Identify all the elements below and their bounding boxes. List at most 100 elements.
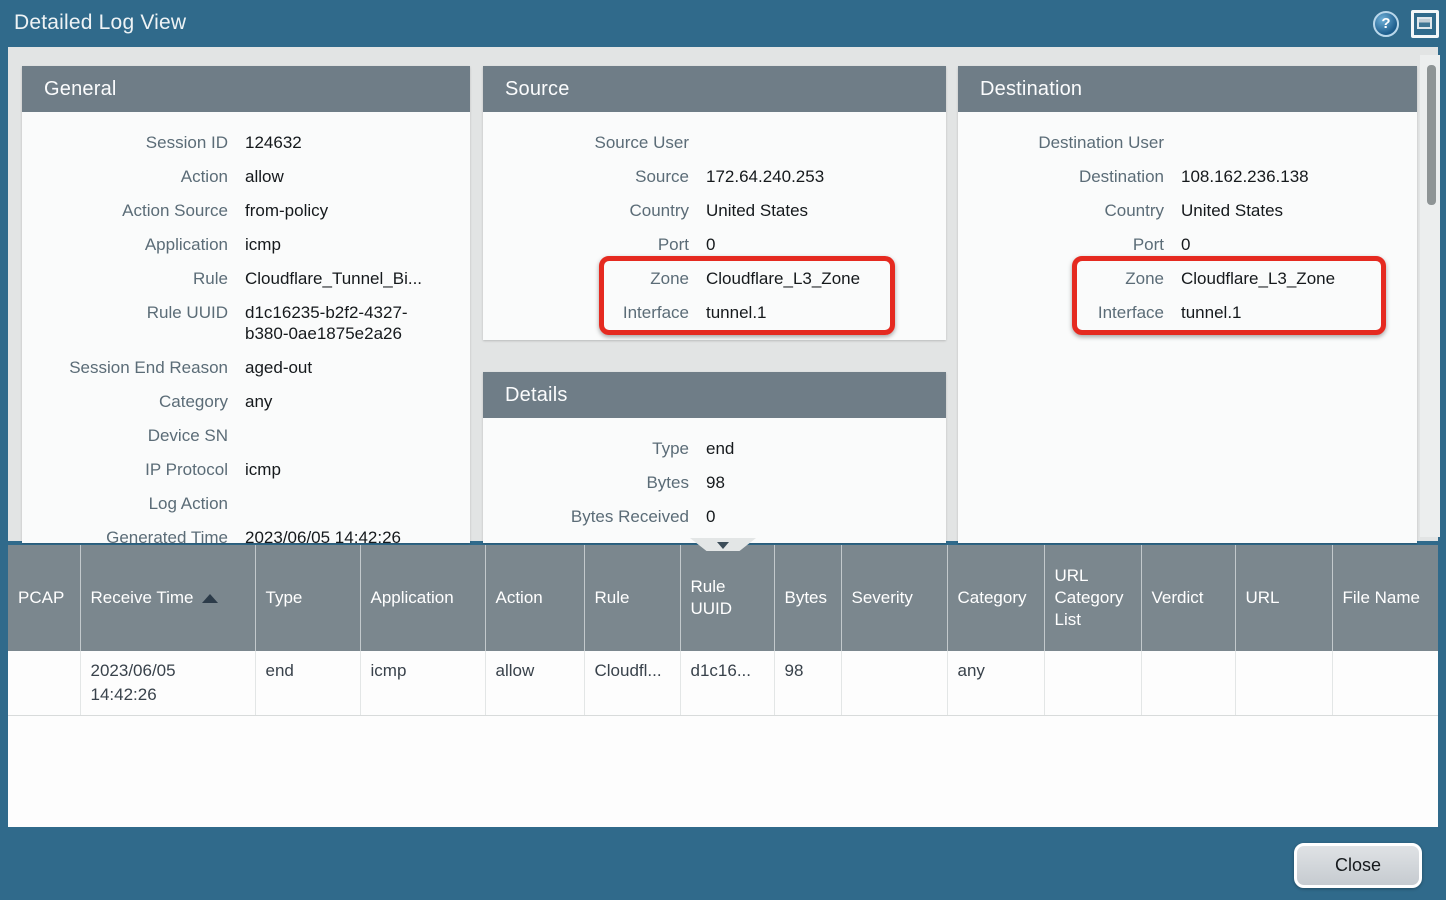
column-header-action[interactable]: Action (485, 545, 584, 651)
column-header-rule[interactable]: Rule (584, 545, 680, 651)
sort-ascending-icon (202, 594, 218, 603)
close-button[interactable]: Close (1294, 843, 1422, 888)
field-bytes-received: Bytes Received0 (483, 499, 946, 533)
field-value (1181, 132, 1381, 153)
dialog-titlebar: Detailed Log View ? (0, 0, 1446, 47)
field-label: Zone (958, 268, 1164, 289)
cell-file-name (1332, 651, 1438, 716)
log-table-region: PCAP Receive Time Type Application Actio… (8, 545, 1438, 827)
field-label: IP Protocol (22, 459, 228, 480)
field-label: Application (22, 234, 228, 255)
cell-url (1235, 651, 1332, 716)
field-label: Action (22, 166, 228, 187)
field-value: 108.162.236.138 (1181, 166, 1381, 187)
field-zone: Zone Cloudflare_L3_Zone (958, 261, 1417, 295)
column-header-receive-time[interactable]: Receive Time (80, 545, 255, 651)
field-value: allow (245, 166, 435, 187)
field-value: 0 (1181, 234, 1381, 255)
column-label: File Name (1343, 588, 1420, 607)
field-value: United States (1181, 200, 1381, 221)
field-label: Destination User (958, 132, 1164, 153)
field-value: Cloudflare_L3_Zone (706, 268, 906, 289)
column-header-file-name[interactable]: File Name (1332, 545, 1438, 651)
field-log-action: Log Action (22, 486, 470, 520)
field-interface: Interfacetunnel.1 (483, 295, 946, 329)
log-table-row[interactable]: 2023/06/05 14:42:26 end icmp allow Cloud… (8, 651, 1438, 716)
column-header-pcap[interactable]: PCAP (8, 545, 80, 651)
field-label: Source User (483, 132, 689, 153)
field-rule-uuid: Rule UUID d1c16235-b2f2-4327-b380-0ae1875… (22, 295, 470, 350)
field-label: Country (958, 200, 1164, 221)
column-label: Rule (595, 588, 630, 607)
column-label: Action (496, 588, 543, 607)
field-value: from-policy (245, 200, 435, 221)
column-label: Receive Time (91, 588, 194, 607)
column-header-url-category-list[interactable]: URL Category List (1044, 545, 1141, 651)
field-country: CountryUnited States (483, 193, 946, 227)
field-value: Cloudflare_L3_Zone (1181, 268, 1381, 289)
panels-scrollbar-thumb[interactable] (1427, 65, 1436, 205)
column-label: Verdict (1152, 588, 1204, 607)
column-header-category[interactable]: Category (947, 545, 1044, 651)
field-value: aged-out (245, 357, 435, 378)
general-panel-header: General (22, 66, 470, 112)
cell-url-category-list (1044, 651, 1141, 716)
field-value: 0 (706, 234, 906, 255)
cell-rule-uuid: d1c16... (680, 651, 774, 716)
field-port: Port0 (958, 227, 1417, 261)
field-device-sn: Device SN (22, 418, 470, 452)
field-label: Zone (483, 268, 689, 289)
column-label: URL (1246, 588, 1280, 607)
destination-panel-header: Destination (958, 66, 1417, 112)
field-rule: RuleCloudflare_Tunnel_Bi... (22, 261, 470, 295)
column-header-type[interactable]: Type (255, 545, 360, 651)
field-value: icmp (245, 459, 435, 480)
column-header-url[interactable]: URL (1235, 545, 1332, 651)
field-value: 124632 (245, 132, 435, 153)
field-zone: Zone Cloudflare_L3_Zone (483, 261, 946, 295)
field-label: Type (483, 438, 689, 459)
column-label: Application (371, 588, 454, 607)
cell-type: end (255, 651, 360, 716)
column-header-application[interactable]: Application (360, 545, 485, 651)
column-header-severity[interactable]: Severity (841, 545, 947, 651)
column-header-bytes[interactable]: Bytes (774, 545, 841, 651)
log-table-header-row: PCAP Receive Time Type Application Actio… (8, 545, 1438, 651)
field-value: any (245, 391, 435, 412)
source-panel-header: Source (483, 66, 946, 112)
column-header-rule-uuid[interactable]: Rule UUID (680, 545, 774, 651)
field-source: Source 172.64.240.253 (483, 159, 946, 193)
log-table: PCAP Receive Time Type Application Actio… (8, 545, 1438, 716)
field-label: Source (483, 166, 689, 187)
field-label: Rule UUID (22, 302, 228, 344)
field-generated-time: Generated Time2023/06/05 14:42:26 (22, 520, 470, 543)
details-panel: Details Typeend Bytes98 Bytes Received0 (483, 372, 946, 543)
field-session-end-reason: Session End Reasonaged-out (22, 350, 470, 384)
column-label: Bytes (785, 588, 828, 607)
detail-panels-region: General Session ID124632 Action allow Act… (8, 47, 1438, 541)
cell-receive-time: 2023/06/05 14:42:26 (80, 651, 255, 716)
cell-verdict (1141, 651, 1235, 716)
field-label: Action Source (22, 200, 228, 221)
field-type: Typeend (483, 431, 946, 465)
field-value (245, 493, 435, 514)
field-session-id: Session ID124632 (22, 125, 470, 159)
field-label: Rule (22, 268, 228, 289)
column-label: Severity (852, 588, 913, 607)
field-value: 172.64.240.253 (706, 166, 906, 187)
dialog-footer: Close (0, 827, 1446, 900)
field-label: Generated Time (22, 527, 228, 544)
maximize-icon[interactable] (1411, 10, 1439, 38)
chevron-down-icon (717, 542, 729, 549)
destination-panel: Destination Destination User Destination… (958, 66, 1417, 543)
field-label: Bytes (483, 472, 689, 493)
source-panel: Source Source User Source172.64.240.253 … (483, 66, 946, 340)
field-value: d1c16235-b2f2-4327-b380-0ae1875e2a26 (245, 302, 435, 344)
field-application: Applicationicmp (22, 227, 470, 261)
field-destination: Destination108.162.236.138 (958, 159, 1417, 193)
help-icon[interactable]: ? (1373, 11, 1399, 37)
details-panel-body: Typeend Bytes98 Bytes Received0 (483, 418, 946, 533)
field-label: Interface (483, 302, 689, 323)
column-label: Type (266, 588, 303, 607)
column-header-verdict[interactable]: Verdict (1141, 545, 1235, 651)
